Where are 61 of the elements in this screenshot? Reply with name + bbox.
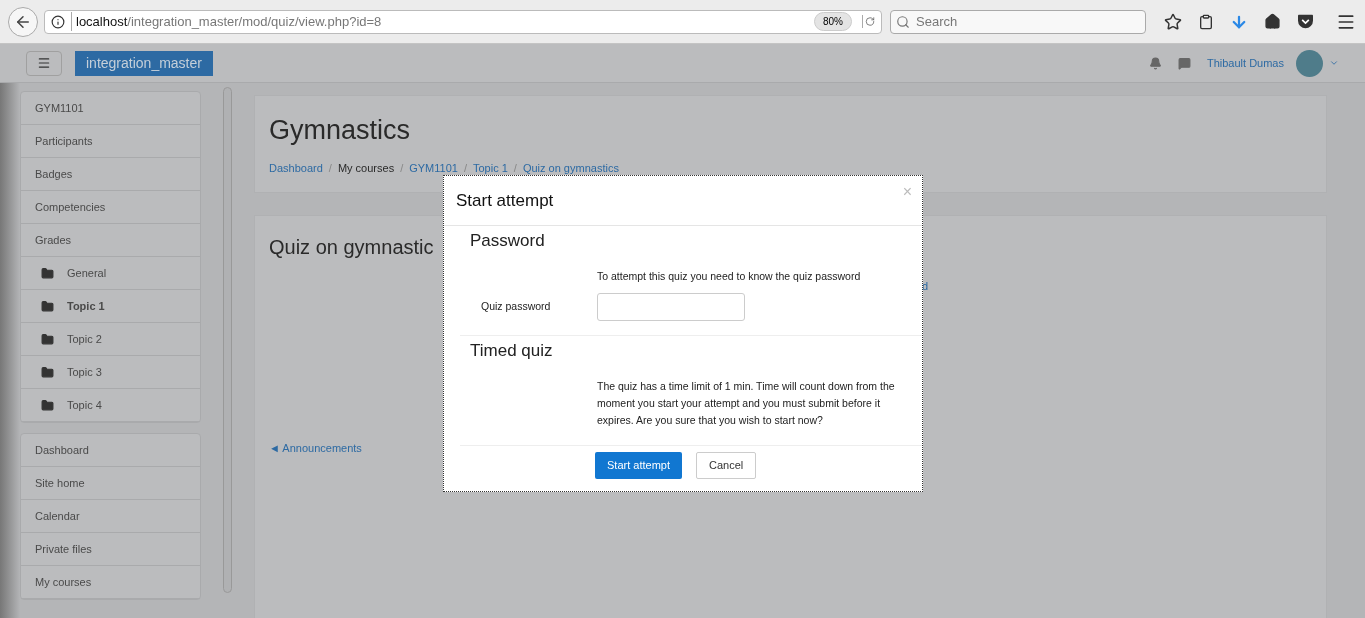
breadcrumb-link[interactable]: Quiz on gymnastics (522, 159, 619, 176)
quiz-title: Quiz on gymnastic (269, 235, 434, 260)
user-name[interactable]: Thibault Dumas (1206, 54, 1284, 72)
sidebar-item[interactable]: Topic 3 (21, 356, 200, 389)
sidebar-item[interactable]: Grades (21, 224, 200, 257)
section-text: The quiz has a time limit of 1 min. Time will count down from the moment you start your attempt and you must submit before it expires. Are you sure that you wish to start now? (597, 378, 896, 428)
start-attempt-button[interactable]: Start attempt (595, 452, 682, 479)
sidebar-item[interactable]: General (21, 257, 200, 290)
sidebar-item[interactable]: My courses (21, 566, 200, 599)
search-icon (896, 14, 910, 29)
sidebar-item[interactable]: Topic 1 (21, 290, 200, 323)
home-icon[interactable] (1264, 13, 1281, 30)
chat-icon[interactable] (1177, 56, 1191, 70)
folder-icon (41, 266, 54, 280)
reload-icon[interactable] (862, 15, 875, 28)
section-text: To attempt this quiz you need to know the quiz password (597, 268, 862, 284)
breadcrumb-link[interactable]: Topic 1 (473, 159, 508, 176)
sidebar-item[interactable]: Calendar (21, 500, 200, 533)
caret-icon[interactable] (1329, 58, 1339, 68)
page-title: Gymnastics (269, 114, 412, 147)
sidebar-item[interactable]: GYM1101 (21, 92, 200, 125)
sidebar-item[interactable]: Participants (21, 125, 200, 158)
folder-icon (41, 332, 54, 346)
avatar[interactable] (1296, 49, 1323, 77)
info-icon (51, 14, 65, 29)
folder-icon (41, 365, 54, 379)
breadcrumb-separator: / (463, 160, 467, 176)
password-field[interactable] (597, 292, 745, 321)
section-heading: Timed quiz (470, 340, 554, 362)
sidebar-item[interactable]: Badges (21, 158, 200, 191)
folder-icon (41, 299, 54, 313)
sidebar-item[interactable]: Topic 2 (21, 323, 200, 356)
breadcrumb-separator: / (513, 160, 517, 176)
menu-button[interactable] (26, 50, 62, 76)
search-field[interactable]: Search (890, 9, 1146, 34)
address-bar[interactable]: localhost/integration_master/mod/quiz/view.php?id=8 80% (44, 9, 882, 34)
sidebar-item[interactable]: Site home (21, 467, 200, 500)
sidebar-item[interactable]: Dashboard (21, 434, 200, 467)
folder-icon (41, 398, 54, 412)
breadcrumb-separator: / (328, 160, 332, 176)
scrollbar[interactable] (223, 87, 232, 593)
menu-icon (37, 56, 51, 70)
back-button[interactable] (8, 6, 38, 37)
zoom-badge[interactable]: 80% (814, 12, 852, 31)
pocket-icon[interactable] (1297, 14, 1314, 29)
sidebar-item[interactable]: Private files (21, 533, 200, 566)
breadcrumb-link[interactable]: GYM1101 (409, 159, 458, 176)
cancel-button[interactable]: Cancel (696, 452, 757, 479)
section-heading: Password (470, 230, 546, 252)
sidebar-item[interactable]: Topic 4 (21, 389, 200, 422)
link-fragment[interactable]: d (921, 278, 928, 295)
bookmark-star-icon[interactable] (1164, 12, 1182, 31)
reading-list-icon[interactable] (1198, 13, 1214, 30)
field-label: Quiz password (481, 298, 552, 314)
url-text: localhost/integration_master/mod/quiz/view.php?id=8 (71, 11, 382, 32)
bell-icon[interactable] (1148, 56, 1162, 70)
sidebar-item[interactable]: Competencies (21, 191, 200, 224)
breadcrumb-separator: / (400, 160, 404, 176)
site-name[interactable]: integration_master (75, 50, 213, 76)
dialog-title: Start attempt (456, 189, 554, 212)
breadcrumb-link[interactable]: Dashboard (269, 159, 323, 176)
